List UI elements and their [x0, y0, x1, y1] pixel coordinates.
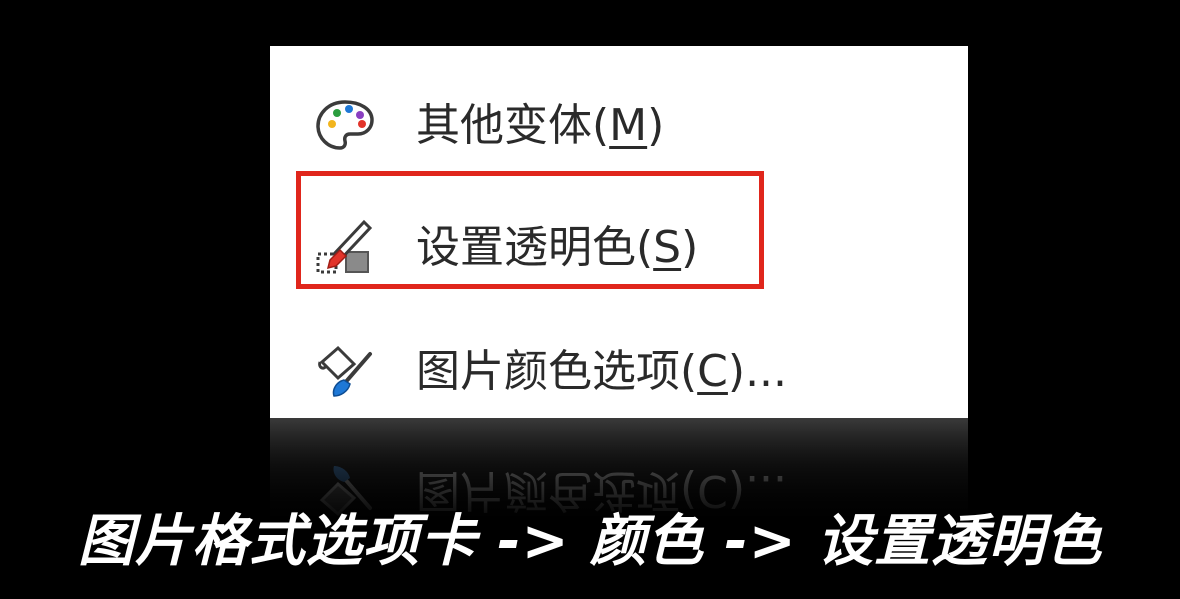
menu-item-picture-color-options[interactable]: 图片颜色选项(C)... — [270, 314, 968, 414]
menu-item-label: 其他变体(M) — [416, 100, 665, 151]
picture-color-options-icon — [310, 340, 380, 404]
screen: 其他变体(M) 设置透明色(S) 图片颜色选项(C)... 图片格式选项卡 ->… — [0, 0, 1180, 599]
palette-icon — [310, 94, 380, 158]
menu-item-other-variants[interactable]: 其他变体(M) — [270, 68, 968, 168]
highlight-box — [296, 171, 764, 289]
caption-subtitle: 图片格式选项卡 -> 颜色 -> 设置透明色 — [77, 509, 1103, 574]
menu-item-label: 图片颜色选项(C)... — [416, 346, 788, 397]
